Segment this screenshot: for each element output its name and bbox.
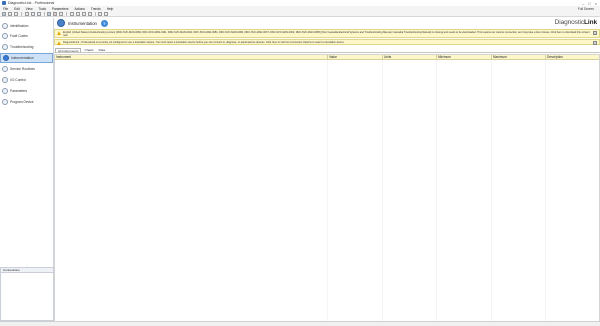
column-description[interactable]: Description <box>545 55 600 60</box>
redo-icon[interactable] <box>87 11 92 16</box>
minimize-button[interactable]: – <box>582 1 584 6</box>
identification-icon <box>2 23 8 29</box>
warning-icon <box>57 41 61 46</box>
back-icon[interactable] <box>8 11 12 16</box>
maximize-button[interactable]: □ <box>588 1 590 6</box>
warning-icon <box>57 31 61 36</box>
menu-trends[interactable]: Trends <box>91 7 101 11</box>
copy-icon[interactable] <box>69 11 74 16</box>
close-button[interactable]: × <box>595 1 597 6</box>
tools-icon[interactable] <box>98 11 102 16</box>
status-bar <box>0 321 600 326</box>
column-minimum[interactable]: Minimum <box>436 55 491 60</box>
connect-icon[interactable] <box>47 11 51 16</box>
sidebar-item-parameters[interactable]: Parameters <box>0 86 53 96</box>
sidebar-item-label: Program Device <box>10 100 34 104</box>
full-screen-button[interactable]: Full Screen <box>578 7 600 11</box>
window-title: DiagnosticLink - Professional <box>8 1 55 5</box>
refresh-icon[interactable] <box>59 11 63 16</box>
toolbar-separator <box>94 11 95 16</box>
tab-data[interactable]: Data <box>97 48 108 53</box>
page-header: Instrumentation ? <box>54 18 600 28</box>
io-control-icon <box>2 77 8 83</box>
sidebar-item-label: Troubleshooting <box>10 45 34 49</box>
toolbar-separator <box>43 11 44 16</box>
brand-logo: DiagnosticLink <box>555 19 597 26</box>
column-value[interactable]: Value <box>327 55 382 60</box>
parameters-icon <box>2 88 8 94</box>
menu-edit[interactable]: Edit <box>14 7 20 11</box>
forward-icon[interactable] <box>14 11 18 16</box>
menu-view[interactable]: View <box>26 7 33 11</box>
instrument-table[interactable]: Instrument Value Units Minimum Maximum D… <box>54 54 600 326</box>
home-icon[interactable] <box>2 11 6 16</box>
sidebar-item-label: I/O Control <box>10 78 26 82</box>
instrumentation-icon <box>57 19 65 27</box>
menu-parameters[interactable]: Parameters <box>52 7 68 11</box>
toolbar-separator <box>66 11 67 16</box>
save-icon[interactable] <box>30 11 35 16</box>
window-controls: – □ × <box>582 1 600 6</box>
close-icon[interactable]: × <box>593 41 597 45</box>
fault-codes-icon <box>2 33 8 39</box>
table-header: Instrument Value Units Minimum Maximum D… <box>55 55 599 60</box>
warning-text[interactable]: DiagnosticLink - Professional is current… <box>63 41 591 44</box>
sidebar-item-identification[interactable]: Identification <box>0 21 53 31</box>
toolbar <box>0 11 600 17</box>
print-icon[interactable] <box>36 11 41 16</box>
help-icon[interactable]: ? <box>100 19 108 27</box>
sidebar-item-i-o-control[interactable]: I/O Control <box>0 75 53 85</box>
tab-all-instruments[interactable]: All Instruments <box>55 47 82 53</box>
column-units[interactable]: Units <box>382 55 436 60</box>
tab-strip: All Instruments Charts Data <box>54 47 600 53</box>
disconnect-icon[interactable] <box>53 11 57 16</box>
paste-icon[interactable] <box>75 11 80 16</box>
sidebar-item-label: Service Routines <box>10 67 35 71</box>
close-icon[interactable]: × <box>593 31 597 35</box>
tab-charts[interactable]: Charts <box>82 48 95 53</box>
menu-tools[interactable]: Tools <box>39 7 46 11</box>
sidebar-item-troubleshooting[interactable]: Troubleshooting <box>0 42 53 52</box>
menu-help[interactable]: Help <box>107 7 114 11</box>
warning-banner-content[interactable]: English (United States) troubleshooting … <box>54 29 600 38</box>
sidebar-item-label: Parameters <box>10 89 28 93</box>
menu-actions[interactable]: Actions <box>74 7 84 11</box>
help-icon[interactable] <box>104 11 108 16</box>
instrumentation-icon <box>3 55 9 61</box>
page-title: Instrumentation <box>68 20 97 26</box>
column-maximum[interactable]: Maximum <box>491 55 545 60</box>
undo-icon[interactable] <box>81 11 86 16</box>
warning-banner-device[interactable]: DiagnosticLink - Professional is current… <box>54 39 600 46</box>
toolbar-separator <box>21 11 22 16</box>
brand-prefix: Diagnostic <box>554 19 585 26</box>
column-instrument[interactable]: Instrument <box>55 55 327 60</box>
sidebar-item-fault-codes[interactable]: Fault Codes <box>0 31 53 41</box>
troubleshooting-icon <box>2 44 8 50</box>
service-routines-icon <box>2 66 8 72</box>
main-panel: Instrumentation ? DiagnosticLink English… <box>54 18 600 326</box>
brand-suffix: Link <box>584 19 597 26</box>
sidebar-item-service-routines[interactable]: Service Routines <box>0 64 53 74</box>
connections-header: Connections <box>1 268 53 273</box>
program-device-icon <box>2 99 8 105</box>
sidebar-item-label: Instrumentation <box>11 56 34 60</box>
app-icon <box>2 1 6 5</box>
sidebar-item-label: Identification <box>10 24 29 28</box>
connections-panel: Connections <box>0 267 54 321</box>
sidebar-item-program-device[interactable]: Program Device <box>0 97 53 107</box>
sidebar-item-label: Fault Codes <box>10 34 28 38</box>
menu-file[interactable]: File <box>3 7 8 11</box>
warning-text[interactable]: English (United States) troubleshooting … <box>63 31 591 38</box>
open-icon[interactable] <box>24 11 29 16</box>
sidebar-item-instrumentation[interactable]: Instrumentation <box>0 53 53 63</box>
